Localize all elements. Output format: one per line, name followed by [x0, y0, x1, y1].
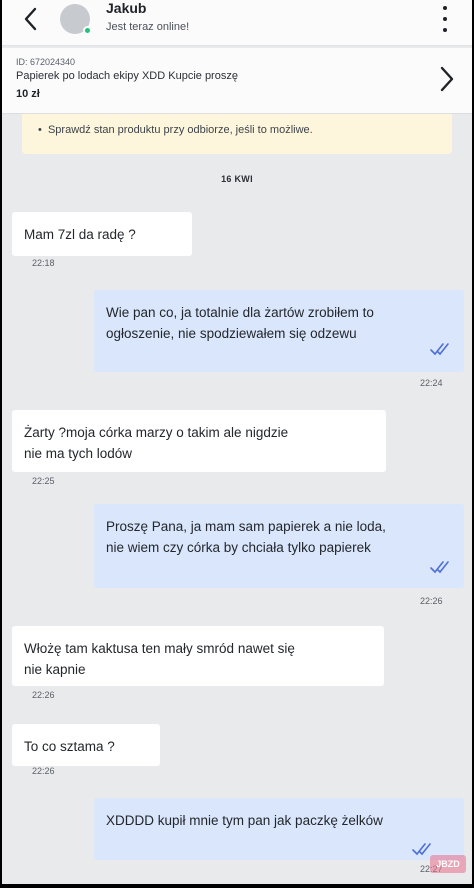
listing-price: 10 zł	[16, 88, 40, 100]
message-line: Żarty ?moja córka marzy o takim ale nigd…	[24, 425, 289, 440]
contact-name[interactable]: Jakub	[106, 0, 146, 16]
listing-card[interactable]: ID: 672024340 Papierek po lodach ekipy X…	[2, 48, 472, 114]
more-vertical-icon	[443, 6, 447, 10]
chevron-right-icon[interactable]	[436, 64, 458, 94]
message-line: nie ma tych lodów	[24, 446, 133, 461]
double-check-icon	[430, 561, 449, 574]
date-separator: 16 KWI	[221, 174, 253, 184]
message-outgoing[interactable]: Proszę Pana, ja mam sam papierek a nie l…	[94, 504, 464, 588]
message-text: Żarty ?moja córka marzy o takim ale nigd…	[24, 422, 288, 464]
safety-notice-text: • Sprawdź stan produktu przy odbiorze, j…	[38, 124, 313, 136]
message-text: To co sztama ?	[24, 736, 115, 757]
online-indicator	[83, 26, 92, 35]
message-text: Wie pan co, ja totalnie dla żartów zrobi…	[106, 302, 374, 344]
message-incoming[interactable]: Żarty ?moja córka marzy o takim ale nigd…	[12, 410, 386, 472]
chevron-left-icon	[24, 7, 37, 31]
message-outgoing[interactable]: XDDDD kupił mnie tym pan jak paczkę żelk…	[94, 798, 464, 860]
listing-id: ID: 672024340	[16, 57, 76, 67]
menu-dot	[443, 28, 447, 32]
message-line: nie wiem czy córka by chciała tylko papi…	[106, 540, 371, 555]
message-text: XDDDD kupił mnie tym pan jak paczkę żelk…	[106, 810, 383, 831]
bullet: •	[38, 124, 48, 136]
message-time: 22:26	[32, 766, 55, 776]
message-time: 22:24	[420, 378, 443, 388]
message-line: Proszę Pana, ja mam sam papierek a nie l…	[106, 519, 386, 534]
message-outgoing[interactable]: Wie pan co, ja totalnie dla żartów zrobi…	[94, 290, 464, 372]
back-button[interactable]	[16, 2, 44, 36]
message-line: Włożę tam kaktusa ten mały smród nawet s…	[24, 641, 295, 656]
chat-header: Jakub Jest teraz online!	[2, 0, 472, 46]
message-time: 22:26	[420, 596, 443, 606]
message-time: 22:26	[32, 690, 55, 700]
message-time: 22:25	[32, 476, 55, 486]
message-text: Włożę tam kaktusa ten mały smród nawet s…	[24, 638, 295, 680]
watermark-logo: JBZD	[430, 855, 466, 873]
message-incoming[interactable]: Włożę tam kaktusa ten mały smród nawet s…	[12, 626, 384, 686]
menu-dot	[443, 17, 447, 21]
online-status: Jest teraz online!	[106, 21, 190, 33]
chat-screen: Jakub Jest teraz online! ID: 672024340 P…	[2, 0, 472, 884]
message-line: Mam 7zl da radę ?	[24, 227, 136, 242]
message-text: Proszę Pana, ja mam sam papierek a nie l…	[106, 516, 386, 558]
message-line: nie kapnie	[24, 662, 86, 677]
message-incoming[interactable]: To co sztama ?	[12, 724, 160, 766]
message-line: Wie pan co, ja totalnie dla żartów zrobi…	[106, 305, 374, 320]
double-check-icon	[430, 343, 449, 356]
message-line: XDDDD kupił mnie tym pan jak paczkę żelk…	[106, 813, 383, 828]
more-options-button[interactable]	[440, 6, 450, 32]
message-time: 22:18	[32, 258, 55, 268]
message-line: To co sztama ?	[24, 739, 115, 754]
listing-title: Papierek po lodach ekipy XDD Kupcie pros…	[16, 70, 238, 82]
message-text: Mam 7zl da radę ?	[24, 224, 136, 245]
message-line: ogłoszenie, nie spodziewałem się odzewu	[106, 326, 357, 341]
notice-text: Sprawdź stan produktu przy odbiorze, jeś…	[47, 124, 313, 136]
message-incoming[interactable]: Mam 7zl da radę ?	[12, 212, 192, 256]
safety-notice: • Sprawdź stan produktu przy odbiorze, j…	[22, 114, 452, 154]
double-check-icon	[412, 843, 431, 856]
